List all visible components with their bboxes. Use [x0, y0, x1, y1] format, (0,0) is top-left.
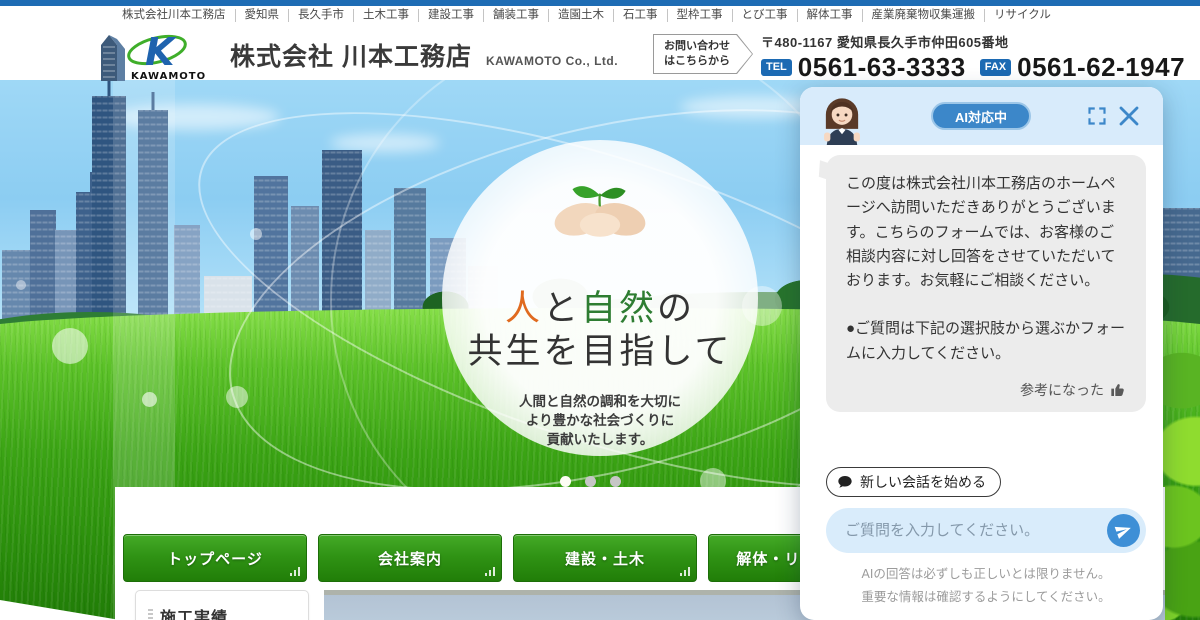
signal-bars-icon — [680, 567, 691, 576]
nav-button-label: 建設・土木 — [565, 548, 645, 569]
hero-heading-seg3: 自然 — [581, 289, 657, 329]
keyword-item: 造園土木 — [549, 9, 614, 22]
logo-mark-icon: K KAWAMOTO — [95, 29, 213, 81]
brand-text: 株式会社 川本工務店 KAWAMOTO Co., Ltd. — [230, 37, 618, 73]
keyword-item: 建設工事 — [419, 9, 484, 22]
nav-button[interactable]: 建設・土木 — [513, 534, 697, 582]
new-conversation-button[interactable]: 新しい会話を始める — [826, 467, 1001, 497]
status-badge: AI対応中 — [931, 102, 1031, 130]
contact-button[interactable]: お問い合わせ はこちらから — [653, 34, 753, 74]
keyword-item: とび工事 — [733, 9, 798, 22]
nav-button[interactable]: 会社案内 — [318, 534, 502, 582]
list-lines-icon — [148, 609, 153, 620]
ai-disclaimer-line1: AIの回答は必ずしも正しいとは限りません。 — [826, 563, 1146, 586]
hero-subtext: 人間と自然の調和を大切に より豊かな社会づくりに 貢献いたします。 — [442, 392, 758, 449]
fax-badge: FAX — [980, 59, 1011, 76]
hero-subtext-line2: より豊かな社会づくりに — [442, 411, 758, 430]
bokeh-dot — [226, 386, 248, 408]
keyword-item: 長久手市 — [289, 9, 354, 22]
bokeh-dot — [250, 228, 262, 240]
site-header: K KAWAMOTO 株式会社 川本工務店 KAWAMOTO Co., Ltd.… — [0, 25, 1200, 80]
sidebar-title: 施工実績 — [160, 604, 228, 620]
sidebar-item-works[interactable]: 施工実績 — [136, 591, 308, 620]
close-icon[interactable] — [1117, 104, 1141, 128]
keyword-list: 株式会社川本工務店愛知県長久手市土木工事建設工事舗装工事造園土木石工事型枠工事と… — [113, 9, 1060, 22]
chat-message-p1: この度は株式会社川本工務店のホームページへ訪問いただきありがとうございます。こち… — [846, 172, 1126, 293]
contact-block: お問い合わせ はこちらから 〒480-1167 愛知県長久手市仲田605番地 T… — [653, 30, 1185, 80]
svg-text:K: K — [145, 30, 177, 74]
contact-info: 〒480-1167 愛知県長久手市仲田605番地 TEL 0561-63-333… — [761, 30, 1185, 80]
bokeh-dot — [52, 328, 88, 364]
fax-number: 0561-62-1947 — [1017, 54, 1185, 80]
keyword-item: 舗装工事 — [484, 9, 549, 22]
feedback-label: 参考になった — [1020, 380, 1104, 400]
hero-heading: 人と自然の 共生を目指して — [442, 288, 758, 374]
company-logo[interactable]: K KAWAMOTO — [95, 29, 213, 81]
contact-button-label-2: はこちらから — [664, 54, 752, 69]
tel-number: 0561-63-3333 — [798, 54, 966, 80]
send-icon — [1113, 520, 1135, 542]
nav-button-label: トップページ — [167, 548, 263, 569]
keyword-item: 産業廃棄物収集運搬 — [863, 9, 986, 22]
contact-button-face: お問い合わせ はこちらから — [654, 35, 752, 73]
nav-button-label: 会社案内 — [378, 548, 442, 569]
keyword-item: 石工事 — [614, 9, 668, 22]
sidebar-card: 施工実績 — [135, 590, 309, 620]
ai-chat-widget: AI対応中 この度は株式会社川本工務店のホームページへ訪問いただきありがとうござ… — [800, 87, 1163, 620]
chat-body: この度は株式会社川本工務店のホームページへ訪問いただきありがとうございます。こち… — [800, 145, 1163, 620]
chat-input-row — [826, 508, 1146, 553]
speech-bubble-icon — [837, 474, 853, 490]
carousel-dots — [560, 476, 621, 487]
feedback-button[interactable]: 参考になった — [846, 380, 1126, 400]
address: 〒480-1167 愛知県長久手市仲田605番地 — [761, 32, 1185, 51]
hero-heading-seg4: の — [657, 289, 695, 329]
chat-header: AI対応中 — [800, 87, 1163, 145]
keyword-item: 解体工事 — [798, 9, 863, 22]
keyword-item: リサイクル — [985, 9, 1060, 22]
main-nav: トップページ 会社案内 建設・土木 解体・リサイクル — [123, 534, 892, 582]
page: 株式会社川本工務店愛知県長久手市土木工事建設工事舗装工事造園土木石工事型枠工事と… — [0, 0, 1200, 620]
bokeh-dot — [142, 392, 157, 407]
new-conversation-label: 新しい会話を始める — [860, 472, 986, 492]
carousel-dot-3[interactable] — [610, 476, 621, 487]
bokeh-dot — [16, 280, 26, 290]
hero-heading-seg1: 人 — [505, 289, 543, 329]
carousel-dot-1[interactable] — [560, 476, 571, 487]
company-name-en: KAWAMOTO Co., Ltd. — [486, 54, 618, 68]
send-button[interactable] — [1107, 514, 1140, 547]
chat-spacer — [826, 412, 1146, 467]
signal-bars-icon — [290, 567, 301, 576]
tel-badge: TEL — [761, 59, 792, 76]
hero-heading-line2: 共生を目指して — [468, 332, 733, 372]
hero-heading-seg2: と — [543, 289, 581, 329]
contact-button-label-1: お問い合わせ — [664, 39, 752, 54]
ai-disclaimer: AIの回答は必ずしも正しいとは限りません。 重要な情報は確認するようにしてくださ… — [826, 563, 1146, 608]
nav-button[interactable]: トップページ — [123, 534, 307, 582]
hero-circle: 人と自然の 共生を目指して 人間と自然の調和を大切に より豊かな社会づくりに 貢… — [442, 140, 758, 456]
chat-message-p2: ●ご質問は下記の選択肢から選ぶかフォームに入力してください。 — [846, 317, 1126, 366]
bubble-tail — [819, 160, 835, 181]
question-input[interactable] — [826, 508, 1146, 553]
operator-avatar — [820, 93, 864, 145]
keyword-item: 株式会社川本工務店 — [113, 9, 236, 22]
carousel-dot-2[interactable] — [585, 476, 596, 487]
hero-subtext-line3: 貢献いたします。 — [442, 430, 758, 449]
keyword-item: 愛知県 — [236, 9, 290, 22]
hero-subtext-line1: 人間と自然の調和を大切に — [442, 392, 758, 411]
keyword-item: 型枠工事 — [668, 9, 733, 22]
signal-bars-icon — [485, 567, 496, 576]
keyword-bar: 株式会社川本工務店愛知県長久手市土木工事建設工事舗装工事造園土木石工事型枠工事と… — [0, 6, 1200, 25]
hands-seedling-icon — [545, 162, 655, 240]
ai-disclaimer-line2: 重要な情報は確認するようにしてください。 — [826, 586, 1146, 609]
expand-icon[interactable] — [1087, 106, 1107, 126]
keyword-item: 土木工事 — [354, 9, 419, 22]
chat-message-bubble: この度は株式会社川本工務店のホームページへ訪問いただきありがとうございます。こち… — [826, 155, 1146, 412]
thumbs-up-icon — [1110, 382, 1126, 398]
svg-text:KAWAMOTO: KAWAMOTO — [131, 71, 206, 81]
company-name: 株式会社 川本工務店 — [230, 37, 472, 73]
phone-row: TEL 0561-63-3333 FAX 0561-62-1947 — [761, 54, 1185, 80]
